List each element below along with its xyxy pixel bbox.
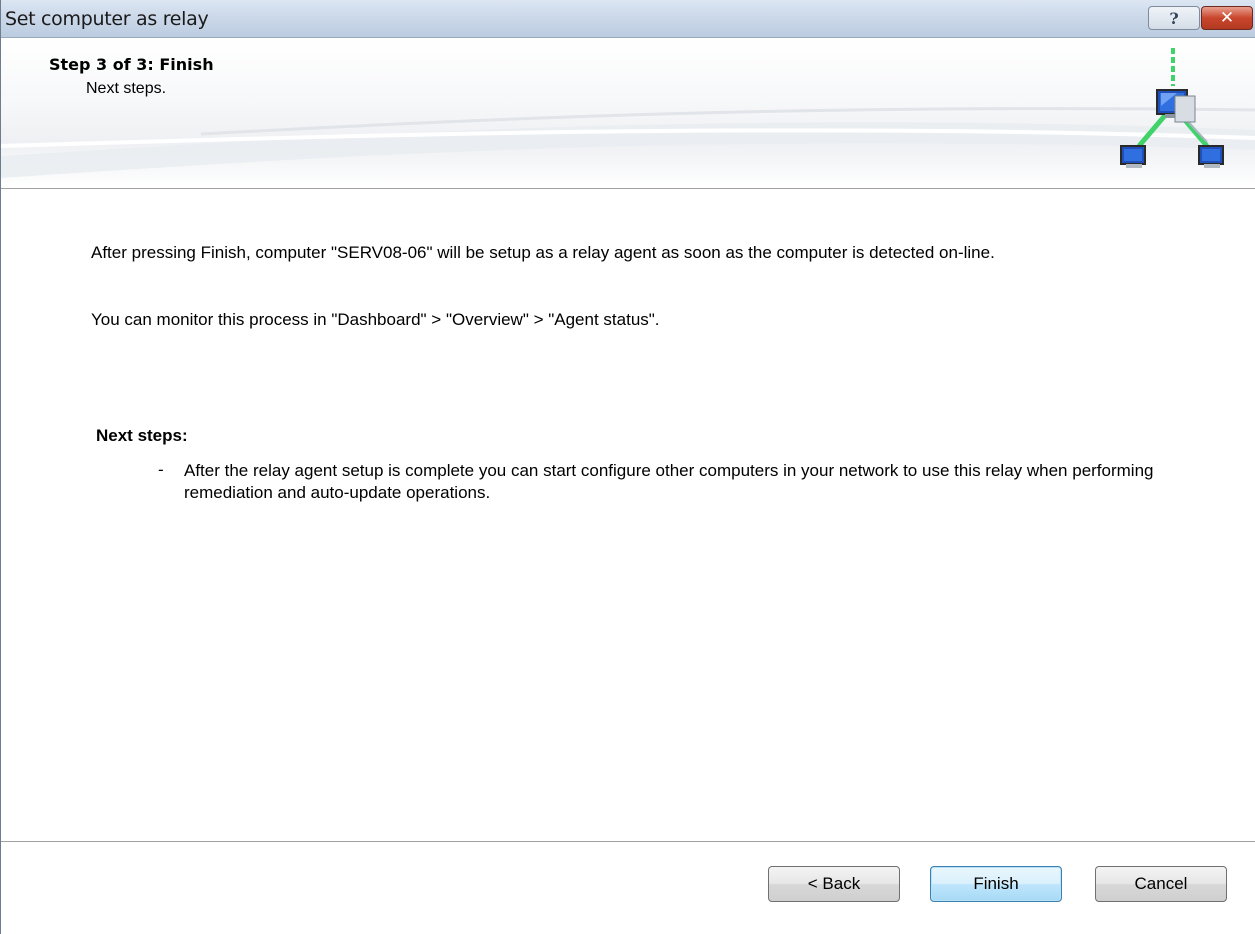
info-paragraph-monitor: You can monitor this process in "Dashboa…	[91, 310, 660, 329]
finish-button[interactable]: Finish	[930, 866, 1062, 902]
dialog-window: Set computer as relay ? ✕ Step 3 of 3: F…	[0, 0, 1255, 934]
help-icon: ?	[1169, 8, 1179, 28]
title-bar[interactable]: Set computer as relay ? ✕	[1, 0, 1255, 38]
close-button[interactable]: ✕	[1201, 6, 1253, 30]
window-title: Set computer as relay	[5, 8, 209, 30]
info-paragraph-setup: After pressing Finish, computer "SERV08-…	[91, 243, 995, 262]
next-steps-heading: Next steps:	[96, 426, 188, 445]
network-relay-icon	[1120, 48, 1224, 168]
next-steps-item: After the relay agent setup is complete …	[184, 461, 1154, 502]
step-title: Step 3 of 3: Finish	[49, 55, 214, 74]
close-icon: ✕	[1219, 8, 1235, 28]
help-button[interactable]: ?	[1148, 6, 1200, 30]
back-button[interactable]: < Back	[768, 866, 900, 902]
footer-divider	[1, 841, 1255, 843]
step-subtitle: Next steps.	[86, 80, 167, 97]
list-bullet: -	[158, 460, 164, 479]
cancel-button[interactable]: Cancel	[1095, 866, 1227, 902]
